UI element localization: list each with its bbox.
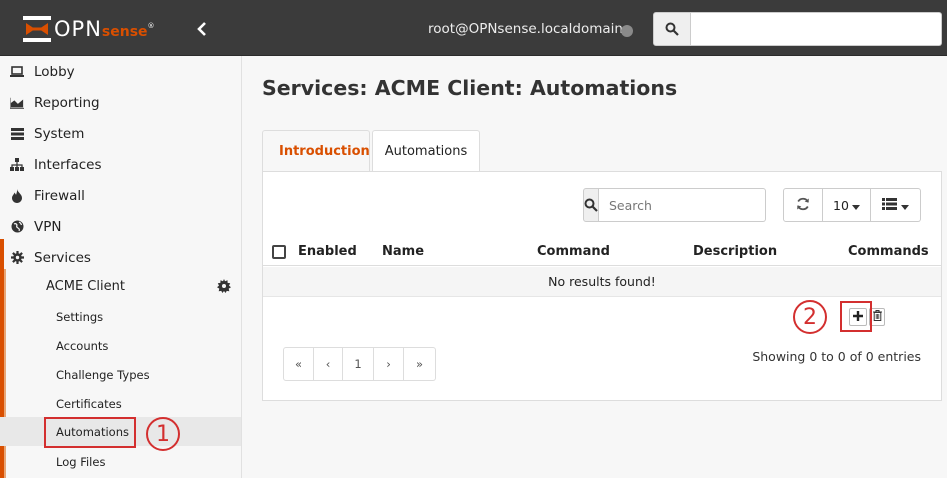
no-results-text: No results found! <box>548 274 656 289</box>
sidebar-item-interfaces[interactable]: Interfaces <box>0 149 241 180</box>
sidebar-item-vpn[interactable]: VPN <box>0 211 241 242</box>
sitemap-icon <box>10 158 24 172</box>
server-icon <box>10 127 24 141</box>
sidebar-item-acme-client[interactable]: ACME Client <box>0 271 241 302</box>
sidebar-subitem-challenge-types[interactable]: Challenge Types <box>0 360 241 389</box>
page-last-button[interactable]: » <box>404 347 436 381</box>
status-indicator-icon[interactable] <box>621 25 633 37</box>
sidebar-subitem-log-files[interactable]: Log Files <box>0 447 241 476</box>
trash-icon <box>872 310 882 324</box>
annotation-highlight-add-button <box>840 301 872 332</box>
refresh-button[interactable] <box>783 188 823 222</box>
tab-bar: Introduction Automations <box>262 130 480 172</box>
list-icon <box>882 197 897 213</box>
user-label[interactable]: root@OPNsense.localdomain <box>428 21 623 37</box>
table-header: Enabled Name Command Description Command… <box>263 238 941 266</box>
grid-search <box>583 188 766 222</box>
search-icon[interactable] <box>583 188 599 222</box>
annotation-step-2: 2 <box>793 300 827 334</box>
laptop-icon <box>10 65 24 79</box>
refresh-icon <box>796 197 810 214</box>
automations-grid-panel: 10 Enabled Name Command Description Comm… <box>262 171 942 401</box>
sidebar-item-label: Accounts <box>56 338 109 353</box>
sidebar-item-label: System <box>34 125 85 142</box>
sidebar-item-system[interactable]: System <box>0 118 241 149</box>
sidebar-item-label: Firewall <box>34 187 85 204</box>
sidebar-item-label: Log Files <box>56 454 106 469</box>
sidebar-item-label: Settings <box>56 309 104 324</box>
area-chart-icon <box>10 96 24 110</box>
fire-icon <box>10 188 24 203</box>
gear-icon <box>217 279 231 297</box>
sidebar-item-label: ACME Client <box>46 279 125 294</box>
sidebar-item-label: Interfaces <box>34 156 102 173</box>
page-next-button[interactable]: › <box>374 347 404 381</box>
grid-search-input[interactable] <box>599 188 766 222</box>
sidebar-item-firewall[interactable]: Firewall <box>0 180 241 211</box>
sidebar-item-reporting[interactable]: Reporting <box>0 87 241 118</box>
column-chooser-dropdown[interactable] <box>871 188 921 222</box>
sidebar-item-label: Challenge Types <box>56 367 150 382</box>
sidebar-item-label: VPN <box>34 218 62 235</box>
grid-actions: 10 <box>783 188 921 222</box>
sidebar-subitem-accounts[interactable]: Accounts <box>0 331 241 360</box>
sidebar-item-label: Lobby <box>34 63 75 80</box>
column-header-description[interactable]: Description <box>693 244 777 259</box>
tab-introduction[interactable]: Introduction <box>262 130 370 172</box>
entries-info: Showing 0 to 0 of 0 entries <box>752 349 921 364</box>
sidebar-item-lobby[interactable]: Lobby <box>0 56 241 87</box>
annotation-step-1: 1 <box>146 417 180 451</box>
global-search <box>653 12 942 46</box>
page-prev-button[interactable]: ‹ <box>314 347 343 381</box>
collapse-sidebar-icon[interactable] <box>194 20 212 38</box>
opnsense-logo-icon <box>22 14 52 44</box>
column-header-command[interactable]: Command <box>537 244 610 259</box>
pagination: « ‹ 1 › » <box>283 347 436 381</box>
rows-per-page-value: 10 <box>833 197 849 213</box>
page-first-button[interactable]: « <box>283 347 314 381</box>
rows-per-page-dropdown[interactable]: 10 <box>823 188 871 222</box>
caret-down-icon <box>901 198 909 213</box>
top-navbar: OPNsense® root@OPNsense.localdomain <box>0 0 947 56</box>
sidebar-subitem-certificates[interactable]: Certificates <box>0 389 241 418</box>
sidebar-item-label: Services <box>34 249 91 266</box>
search-icon[interactable] <box>653 12 691 46</box>
caret-down-icon <box>851 198 860 213</box>
annotation-highlight-automations <box>44 417 136 448</box>
column-header-commands: Commands <box>848 244 929 259</box>
no-results-row: No results found! <box>263 267 941 297</box>
page-title: Services: ACME Client: Automations <box>262 76 678 100</box>
sidebar-item-label: Reporting <box>34 94 100 111</box>
globe-icon <box>10 220 24 234</box>
select-all-checkbox[interactable] <box>272 245 286 259</box>
tab-automations[interactable]: Automations <box>372 130 480 172</box>
column-header-enabled[interactable]: Enabled <box>298 244 357 259</box>
page-1-button[interactable]: 1 <box>343 347 374 381</box>
sidebar: Lobby Reporting System Interfaces Firewa… <box>0 56 242 478</box>
logo-text: OPNsense® <box>54 17 156 41</box>
sidebar-item-label: Certificates <box>56 396 122 411</box>
sidebar-subitem-settings[interactable]: Settings <box>0 302 241 331</box>
cog-icon <box>10 251 24 265</box>
opnsense-logo[interactable]: OPNsense® <box>22 14 156 44</box>
global-search-input[interactable] <box>691 12 942 46</box>
column-header-name[interactable]: Name <box>382 244 424 259</box>
sidebar-item-services[interactable]: Services <box>0 242 241 273</box>
